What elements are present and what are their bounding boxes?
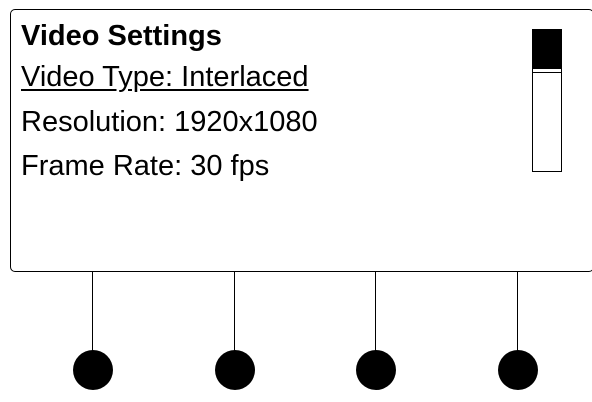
menu-item-resolution[interactable]: Resolution: 1920x1080 bbox=[21, 105, 318, 139]
scrollbar[interactable] bbox=[532, 29, 562, 172]
softkey-1-button[interactable] bbox=[73, 272, 113, 402]
softkey-1-knob[interactable] bbox=[73, 350, 113, 390]
scrollbar-thumb[interactable] bbox=[533, 30, 561, 69]
softkey-2-button[interactable] bbox=[215, 272, 255, 402]
page-title: Video Settings bbox=[21, 20, 222, 52]
display-screen: Video Settings Video Type: Interlaced Re… bbox=[10, 9, 592, 272]
softkey-4-knob[interactable] bbox=[498, 350, 538, 390]
softkey-2-knob[interactable] bbox=[215, 350, 255, 390]
scrollbar-thumb-divider bbox=[533, 72, 561, 73]
menu-item-frame-rate[interactable]: Frame Rate: 30 fps bbox=[21, 149, 269, 183]
softkey-3-button[interactable] bbox=[356, 272, 396, 402]
menu-item-video-type[interactable]: Video Type: Interlaced bbox=[21, 60, 309, 94]
softkey-4-button[interactable] bbox=[498, 272, 538, 402]
softkey-3-knob[interactable] bbox=[356, 350, 396, 390]
